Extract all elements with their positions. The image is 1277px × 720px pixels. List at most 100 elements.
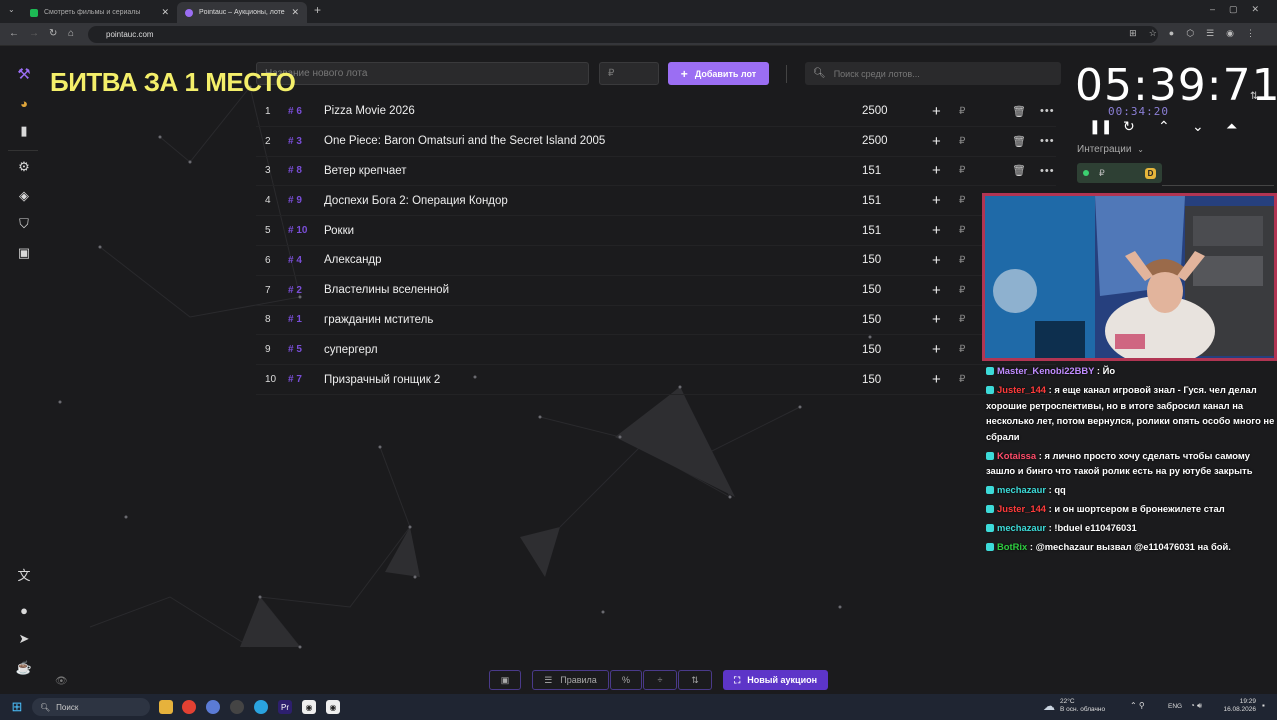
tab-list-icon[interactable]: ⌄ xyxy=(8,5,15,14)
lot-currency[interactable]: ₽ xyxy=(959,106,965,117)
reload-icon[interactable]: ↻ xyxy=(49,28,57,39)
time-up-icon[interactable]: ⌃ xyxy=(1158,118,1170,135)
add-amount-icon[interactable]: + xyxy=(932,252,941,269)
chat-username[interactable]: BotRix xyxy=(997,541,1027,552)
lot-currency[interactable]: ₽ xyxy=(959,344,965,355)
add-amount-icon[interactable]: + xyxy=(932,311,941,328)
premiere-icon[interactable]: Pr xyxy=(278,700,292,714)
notification-icon[interactable]: ▪ xyxy=(1262,702,1265,710)
chat-username[interactable]: Juster_144 xyxy=(997,384,1046,395)
settings-gear-icon[interactable]: ⚙ xyxy=(15,158,33,176)
lot-name[interactable]: Властелины вселенной xyxy=(324,284,449,296)
github-icon[interactable]: ● xyxy=(15,601,33,619)
delete-icon[interactable]: 🗑︎ xyxy=(1012,135,1026,148)
time-down-icon[interactable]: ⌄ xyxy=(1192,118,1204,135)
lot-name[interactable]: Рокки xyxy=(324,225,354,237)
tab-2[interactable]: Pointauc – Аукционы, лотере ✕ xyxy=(177,2,307,23)
add-amount-icon[interactable]: + xyxy=(932,103,941,120)
lot-row[interactable]: 6 # 4 Александр 150 + ₽ xyxy=(256,246,1056,276)
chat-username[interactable]: mechazaur xyxy=(997,522,1046,533)
lot-currency[interactable]: ₽ xyxy=(959,225,965,236)
delete-icon[interactable]: 🗑︎ xyxy=(1012,164,1026,177)
lot-row[interactable]: 2 # 3 One Piece: Baron Omatsuri and the Se… xyxy=(256,127,1056,157)
time-max-icon[interactable]: ⏶ xyxy=(1226,118,1237,135)
eye-icon[interactable]: 👁︎ xyxy=(55,676,68,687)
rules-button[interactable]: ☰ Правила xyxy=(532,670,609,690)
delete-icon[interactable]: 🗑︎ xyxy=(1012,105,1026,118)
percent-button[interactable]: % xyxy=(610,670,642,690)
lot-currency[interactable]: ₽ xyxy=(959,255,965,266)
chat-username[interactable]: Master_Kenobi22BBY xyxy=(997,365,1094,376)
add-amount-icon[interactable]: + xyxy=(932,282,941,299)
add-amount-icon[interactable]: + xyxy=(932,222,941,239)
home-icon[interactable]: ⌂ xyxy=(68,28,74,39)
back-icon[interactable]: ← xyxy=(9,28,19,39)
integrations-toggle[interactable]: Интеграции ⌄ xyxy=(1077,144,1144,155)
new-auction-button[interactable]: ⛶ Новый аукцион xyxy=(723,670,828,690)
lot-currency[interactable]: ₽ xyxy=(959,165,965,176)
taskbar-search[interactable]: 🔍︎ Поиск xyxy=(32,698,150,716)
browser-extension-icons[interactable]: ⊞☆●⬡☰◉⋮ xyxy=(1129,28,1267,39)
obs-icon[interactable] xyxy=(230,700,244,714)
integrations-panel[interactable]: ₽ D xyxy=(1077,163,1162,183)
media-icon[interactable]: ▣ xyxy=(15,244,33,262)
lot-name[interactable]: супергерл xyxy=(324,344,378,356)
lot-currency[interactable]: ₽ xyxy=(959,285,965,296)
add-amount-icon[interactable]: + xyxy=(932,162,941,179)
lot-row[interactable]: 3 # 8 Ветер крепчает 151 + ₽ 🗑︎ ••• xyxy=(256,157,1056,187)
lot-search-input[interactable]: 🔍︎ Поиск среди лотов... xyxy=(805,62,1061,85)
donate-icon[interactable]: ☕ xyxy=(15,659,33,677)
more-icon[interactable]: ••• xyxy=(1040,105,1055,117)
chat-username[interactable]: Juster_144 xyxy=(997,503,1046,514)
close-tab-icon[interactable]: ✕ xyxy=(291,7,299,18)
lot-row[interactable]: 5 # 10 Рокки 151 + ₽ xyxy=(256,216,1056,246)
file-explorer-icon[interactable] xyxy=(159,700,173,714)
layers-icon[interactable]: ◈ xyxy=(15,187,33,205)
lot-currency[interactable]: ₽ xyxy=(959,136,965,147)
close-tab-icon[interactable]: ✕ xyxy=(161,7,169,18)
add-amount-icon[interactable]: + xyxy=(932,341,941,358)
add-amount-icon[interactable]: + xyxy=(932,133,941,150)
lot-row[interactable]: 7 # 2 Властелины вселенной 150 + ₽ xyxy=(256,276,1056,306)
chat-username[interactable]: mechazaur xyxy=(997,484,1046,495)
clock[interactable]: 19:29 16.08.2026 xyxy=(1222,698,1256,714)
network-volume-icon[interactable]: ◔ 🔊︎ xyxy=(1190,702,1202,710)
wheel-icon[interactable]: ◕ xyxy=(15,94,33,112)
lot-name[interactable]: Pizza Movie 2026 xyxy=(324,105,415,117)
lot-row[interactable]: 4 # 9 Доспехи Бога 2: Операция Кондор 151 + ₽ xyxy=(256,186,1056,217)
language-indicator[interactable]: ENG xyxy=(1168,703,1182,711)
app-icon[interactable] xyxy=(206,700,220,714)
lot-row[interactable]: 1 # 6 Pizza Movie 2026 2500 + ₽ 🗑︎ ••• xyxy=(256,97,1056,127)
add-lot-button[interactable]: + Добавить лот xyxy=(668,62,769,85)
save-button[interactable]: ▣ xyxy=(489,670,521,690)
lot-name[interactable]: Призрачный гонщик 2 xyxy=(324,374,440,386)
url-input[interactable]: pointauc.com xyxy=(88,26,1158,43)
lot-row[interactable]: 10 # 7 Призрачный гонщик 2 150 + ₽ xyxy=(256,365,1056,395)
add-amount-icon[interactable]: + xyxy=(932,371,941,388)
translate-icon[interactable]: 文 xyxy=(15,565,33,583)
lot-currency[interactable]: ₽ xyxy=(959,314,965,325)
lot-name[interactable]: Доспехи Бога 2: Операция Кондор xyxy=(324,195,508,207)
forward-icon[interactable]: → xyxy=(29,28,39,39)
telegram-icon[interactable]: ➤ xyxy=(15,630,33,648)
lot-amount-input[interactable]: ₽ xyxy=(599,62,659,85)
pause-icon[interactable]: ❚❚ xyxy=(1089,118,1112,135)
more-icon[interactable]: ••• xyxy=(1040,135,1055,147)
weather-icon[interactable]: ☁ xyxy=(1042,699,1056,713)
windows-start-icon[interactable]: ⊞ xyxy=(10,699,24,714)
split-button[interactable]: ÷ xyxy=(643,670,677,690)
lot-row[interactable]: 9 # 5 супергерл 150 + ₽ xyxy=(256,335,1056,366)
lot-currency[interactable]: ₽ xyxy=(959,374,965,385)
new-lot-input[interactable]: Название нового лота xyxy=(256,62,589,85)
stats-icon[interactable]: ▮ xyxy=(15,122,33,140)
lot-name[interactable]: One Piece: Baron Omatsuri and the Secret… xyxy=(324,135,605,147)
shield-icon[interactable]: ⛉ xyxy=(15,215,33,233)
swap-timer-icon[interactable]: ⇅ xyxy=(1250,91,1258,102)
more-icon[interactable]: ••• xyxy=(1040,165,1055,177)
lot-name[interactable]: Ветер крепчает xyxy=(324,165,407,177)
add-amount-icon[interactable]: + xyxy=(932,192,941,209)
tab-1[interactable]: Смотреть фильмы и сериалы ✕ xyxy=(22,2,177,23)
new-tab-button[interactable]: + xyxy=(314,3,321,17)
lot-currency[interactable]: ₽ xyxy=(959,195,965,206)
tray-icons[interactable]: ⌃ ⚲ xyxy=(1130,702,1145,710)
